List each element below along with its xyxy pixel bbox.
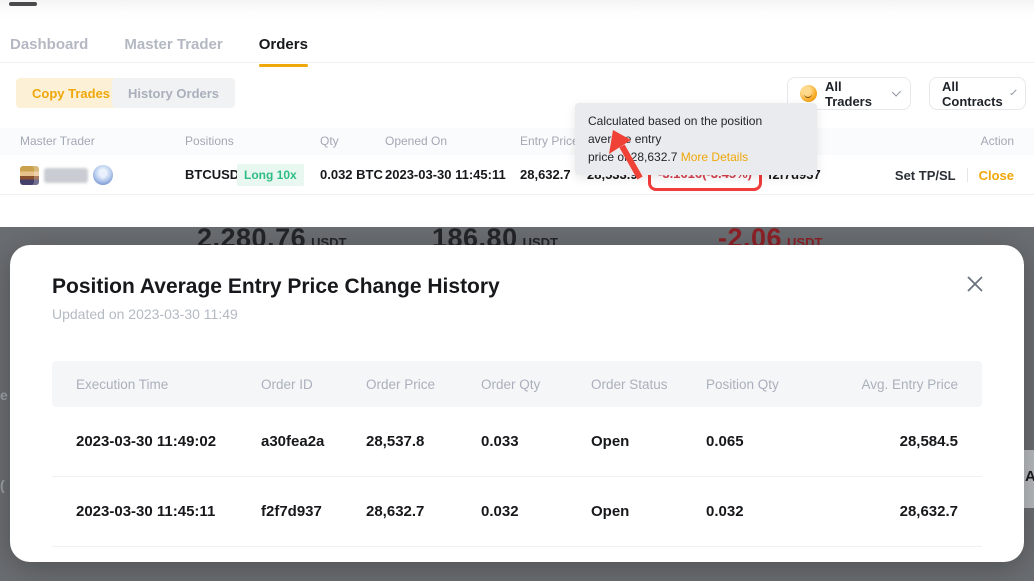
- window-artifact: [9, 2, 37, 6]
- set-tpsl-button[interactable]: Set TP/SL: [895, 168, 956, 183]
- action-divider: [967, 168, 968, 182]
- history-table: Execution Time Order ID Order Price Orde…: [52, 361, 982, 547]
- modal-title: Position Average Entry Price Change Hist…: [52, 275, 982, 299]
- order-status-cell: Open: [591, 503, 706, 520]
- chevron-down-icon: [892, 87, 901, 96]
- all-traders-label: All Traders: [825, 79, 884, 109]
- col-master-trader: Master Trader: [20, 128, 95, 155]
- order-status-cell: Open: [591, 433, 706, 450]
- chevron-down-icon: [1010, 89, 1017, 96]
- close-icon[interactable]: [962, 271, 988, 297]
- trader-avatar-icon: [800, 85, 817, 102]
- col-order-status: Order Status: [591, 377, 706, 392]
- all-contracts-dropdown[interactable]: All Contracts: [929, 77, 1026, 110]
- tabs-divider: [0, 62, 1034, 63]
- entry-price-history-modal: Position Average Entry Price Change Hist…: [10, 245, 1024, 562]
- position-qty-cell: 0.032: [706, 503, 836, 520]
- position-qty-cell: 0.065: [706, 433, 836, 450]
- table-row: 2023-03-30 11:45:11 f2f7d937 28,632.7 0.…: [52, 477, 982, 547]
- close-position-button[interactable]: Close: [979, 168, 1014, 183]
- col-opened-on: Opened On: [385, 128, 447, 155]
- annotation-arrow-icon: [601, 127, 651, 183]
- order-id-cell: f2f7d937: [261, 503, 366, 520]
- master-trader-avatar: [20, 166, 39, 185]
- col-entry-price: Entry Price: [520, 128, 579, 155]
- col-qty: Qty: [320, 128, 339, 155]
- col-action: Action: [981, 128, 1014, 155]
- entry-price-cell: 28,632.7: [520, 155, 571, 195]
- clipped-background-band: Al: [1024, 450, 1034, 508]
- order-id-cell: a30fea2a: [261, 433, 366, 450]
- opened-on-cell: 2023-03-30 11:45:11: [385, 155, 506, 195]
- position-row: BTCUSDT Long 10x 0.032 BTC 2023-03-30 11…: [0, 155, 1034, 195]
- qty-cell: 0.032 BTC: [320, 155, 383, 195]
- more-details-link[interactable]: More Details: [681, 150, 748, 164]
- copy-trades-button[interactable]: Copy Trades: [16, 78, 126, 108]
- avg-entry-price-cell: 28,632.7: [836, 503, 958, 520]
- positions-table-header: Master Trader Positions Qty Opened On En…: [0, 128, 1034, 155]
- col-order-qty: Order Qty: [481, 377, 591, 392]
- execution-time-cell: 2023-03-30 11:45:11: [76, 503, 261, 520]
- avg-entry-price-cell: 28,584.5: [836, 433, 958, 450]
- order-qty-cell: 0.032: [481, 503, 591, 520]
- col-position-qty: Position Qty: [706, 377, 836, 392]
- order-qty-cell: 0.033: [481, 433, 591, 450]
- clipped-text-fragment: e: [0, 387, 8, 403]
- order-price-cell: 28,537.8: [366, 433, 481, 450]
- execution-time-cell: 2023-03-30 11:49:02: [76, 433, 261, 450]
- master-trader-name-blurred: [44, 168, 88, 183]
- row-actions: Set TP/SL Close: [895, 155, 1014, 195]
- col-avg-entry-price: Avg. Entry Price: [836, 377, 958, 392]
- col-order-price: Order Price: [366, 377, 481, 392]
- col-execution-time: Execution Time: [76, 377, 261, 392]
- history-orders-button[interactable]: History Orders: [112, 78, 235, 108]
- side-leverage-badge: Long 10x: [237, 164, 304, 186]
- trader-badge-icon: [93, 165, 113, 185]
- clipped-text-fragment: (: [0, 477, 5, 493]
- clipped-text-fragment: Al: [1025, 468, 1034, 485]
- col-positions: Positions: [185, 128, 234, 155]
- all-contracts-label: All Contracts: [942, 79, 1003, 109]
- table-row: 2023-03-30 11:49:02 a30fea2a 28,537.8 0.…: [52, 407, 982, 477]
- order-price-cell: 28,632.7: [366, 503, 481, 520]
- history-table-header: Execution Time Order ID Order Price Orde…: [52, 361, 982, 407]
- col-order-id: Order ID: [261, 377, 366, 392]
- master-trader-cell[interactable]: [20, 155, 113, 195]
- app-screen: Dashboard Master Trader Orders Copy Trad…: [0, 0, 1034, 581]
- modal-updated-timestamp: Updated on 2023-03-30 11:49: [52, 306, 982, 322]
- top-gradient: [0, 0, 1034, 22]
